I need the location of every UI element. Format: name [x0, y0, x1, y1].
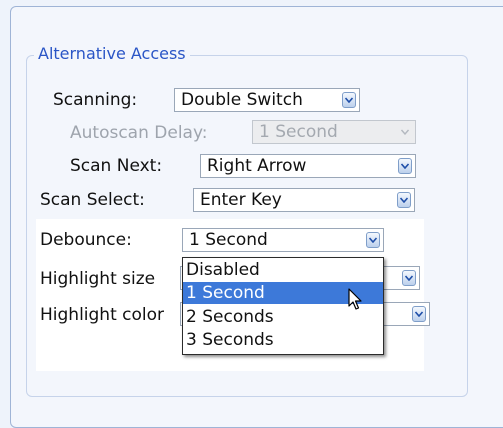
highlight-size-label: Highlight size — [40, 269, 156, 289]
scanning-label: Scanning: — [53, 90, 138, 110]
scanning-value: Double Switch — [181, 90, 303, 110]
highlight-color-label: Highlight color — [40, 305, 165, 325]
chevron-down-icon[interactable] — [397, 192, 411, 208]
scan-select-label: Scan Select: — [40, 190, 145, 210]
chevron-down-icon[interactable] — [366, 232, 380, 248]
scan-next-label: Scan Next: — [70, 156, 163, 176]
scan-select-select[interactable]: Enter Key — [193, 188, 415, 212]
debounce-value: 1 Second — [189, 230, 268, 250]
chevron-down-icon[interactable] — [402, 270, 416, 286]
debounce-label: Debounce: — [40, 230, 132, 250]
scan-next-value: Right Arrow — [207, 156, 307, 176]
scan-select-value: Enter Key — [200, 190, 282, 210]
debounce-select[interactable]: 1 Second — [182, 228, 384, 252]
scan-next-select[interactable]: Right Arrow — [200, 154, 416, 178]
autoscan-delay-label: Autoscan Delay: — [70, 123, 208, 143]
autoscan-delay-value: 1 Second — [259, 122, 338, 142]
autoscan-delay-select: 1 Second — [252, 120, 416, 144]
chevron-down-icon[interactable] — [412, 306, 426, 322]
dropdown-option[interactable]: 3 Seconds — [183, 329, 383, 351]
mouse-pointer-icon — [348, 288, 362, 310]
dropdown-option[interactable]: Disabled — [183, 259, 383, 281]
chevron-down-icon — [398, 124, 412, 140]
fieldset-legend: Alternative Access — [34, 44, 190, 64]
scanning-select[interactable]: Double Switch — [174, 88, 360, 112]
chevron-down-icon[interactable] — [342, 92, 356, 108]
chevron-down-icon[interactable] — [398, 158, 412, 174]
